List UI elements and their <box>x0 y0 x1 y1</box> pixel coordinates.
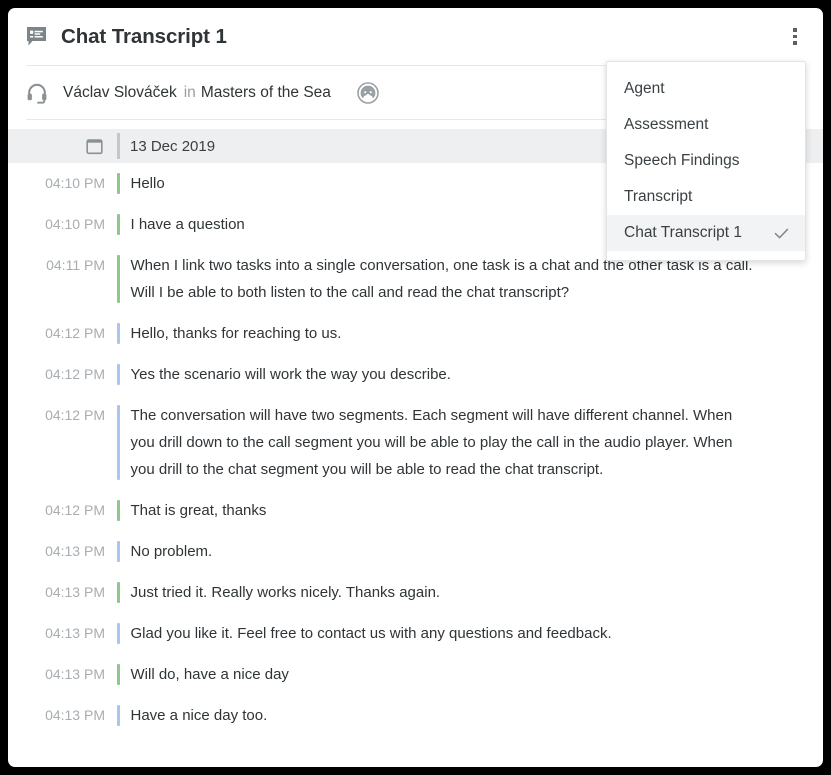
message-line: I have a question <box>130 216 245 233</box>
message-text: The conversation will have two segments.… <box>120 405 733 480</box>
message-text: That is great, thanks <box>120 500 267 521</box>
message-line: The conversation will have two segments.… <box>130 407 733 424</box>
view-selector-dropdown[interactable]: Agent Assessment Speech Findings Transcript… <box>606 61 806 261</box>
message-timestamp: 04:12 PM <box>45 366 105 382</box>
team-name: Masters of the Sea <box>200 83 331 101</box>
transcript-date: 13 Dec 2019 <box>130 137 216 155</box>
kebab-dot <box>793 28 797 32</box>
screenshot-frame: Chat Transcript 1 Václav Slováček in Mast <box>0 0 831 775</box>
transcript-message: 04:13 PM Just tried it. Really works nice… <box>8 572 823 613</box>
dropdown-item-label: Assessment <box>624 116 709 133</box>
message-line: No problem. <box>130 543 213 560</box>
message-text: When I link two tasks into a single conv… <box>120 255 753 303</box>
kebab-dot <box>793 34 797 39</box>
dropdown-item-label: Agent <box>624 80 665 97</box>
message-line: Have a nice day too. <box>130 707 268 724</box>
dropdown-item-speech-findings[interactable]: Speech Findings <box>607 143 805 179</box>
message-text: Hello, thanks for reaching to us. <box>120 323 342 344</box>
transcript-message: 04:12 PM That is great, thanks <box>8 490 823 531</box>
dropdown-item-chat-transcript-1[interactable]: Chat Transcript 1 <box>607 215 805 251</box>
transcript-message: 04:13 PM Glad you like it. Feel free to c… <box>8 613 823 654</box>
dropdown-item-label: Transcript <box>624 188 693 205</box>
in-separator: in <box>183 83 196 101</box>
message-timestamp: 04:12 PM <box>45 502 105 518</box>
transcript-message: 04:13 PM Have a nice day too. <box>8 695 823 736</box>
dropdown-item-label: Chat Transcript 1 <box>624 224 743 241</box>
message-text: I have a question <box>120 214 245 235</box>
dropdown-item-list: Agent Assessment Speech Findings Transcript… <box>607 71 805 251</box>
message-line: Hello, thanks for reaching to us. <box>130 325 342 342</box>
dropdown-item-label: Speech Findings <box>624 152 740 169</box>
message-line: Will do, have a nice day <box>130 666 289 683</box>
message-timestamp: 04:10 PM <box>45 175 105 191</box>
transcript-message: 04:12 PM The conversation will have two s… <box>8 395 823 490</box>
message-line: you drill to the chat segment you will b… <box>130 461 604 478</box>
participant-label: Václav Slováček in Masters of the Sea <box>63 84 331 102</box>
agent-name: Václav Slováček <box>63 83 177 101</box>
transcript-message: 04:12 PM Hello, thanks for reaching to us… <box>8 313 823 354</box>
title-group: Chat Transcript 1 <box>26 25 227 49</box>
message-timestamp: 04:13 PM <box>45 625 105 641</box>
neutral-face-icon[interactable] <box>331 81 379 104</box>
dropdown-item-transcript[interactable]: Transcript <box>607 179 805 215</box>
message-timestamp: 04:13 PM <box>45 543 105 559</box>
date-accent-bar <box>117 133 120 159</box>
message-timestamp: 04:10 PM <box>45 216 105 232</box>
message-text: Will do, have a nice day <box>120 664 289 685</box>
headset-icon <box>26 82 48 104</box>
message-line: That is great, thanks <box>130 502 267 519</box>
message-timestamp: 04:13 PM <box>45 584 105 600</box>
message-timestamp: 04:11 PM <box>46 257 105 273</box>
message-text: Just tried it. Really works nicely. Than… <box>120 582 441 603</box>
dropdown-item-agent[interactable]: Agent <box>607 71 805 107</box>
message-line: Glad you like it. Feel free to contact u… <box>130 625 612 642</box>
chat-transcript-card: Chat Transcript 1 Václav Slováček in Mast <box>8 8 823 767</box>
message-line: you drill down to the call segment you w… <box>130 434 733 451</box>
message-text: No problem. <box>120 541 213 562</box>
chat-transcript-icon <box>26 26 47 47</box>
message-timestamp: 04:13 PM <box>45 666 105 682</box>
message-text: Glad you like it. Feel free to contact u… <box>120 623 612 644</box>
message-timestamp: 04:12 PM <box>45 407 105 423</box>
message-line: Will I be able to both listen to the cal… <box>130 284 570 301</box>
kebab-menu-icon[interactable] <box>781 23 809 51</box>
dropdown-item-assessment[interactable]: Assessment <box>607 107 805 143</box>
message-text: Hello <box>120 173 165 194</box>
transcript-message: 04:13 PM Will do, have a nice day <box>8 654 823 695</box>
transcript-message: 04:13 PM No problem. <box>8 531 823 572</box>
message-line: Yes the scenario will work the way you d… <box>130 366 451 383</box>
card-titlebar: Chat Transcript 1 <box>8 8 823 65</box>
kebab-dot <box>793 41 797 45</box>
check-icon <box>774 226 789 241</box>
message-timestamp: 04:13 PM <box>45 707 105 723</box>
transcript-message: 04:12 PM Yes the scenario will work the w… <box>8 354 823 395</box>
message-text: Yes the scenario will work the way you d… <box>120 364 451 385</box>
message-timestamp: 04:12 PM <box>45 325 105 341</box>
message-text: Have a nice day too. <box>120 705 268 726</box>
calendar-icon <box>86 138 103 155</box>
page-title: Chat Transcript 1 <box>61 24 227 48</box>
message-line: Hello <box>130 175 165 192</box>
message-line: Just tried it. Really works nicely. Than… <box>130 584 441 601</box>
